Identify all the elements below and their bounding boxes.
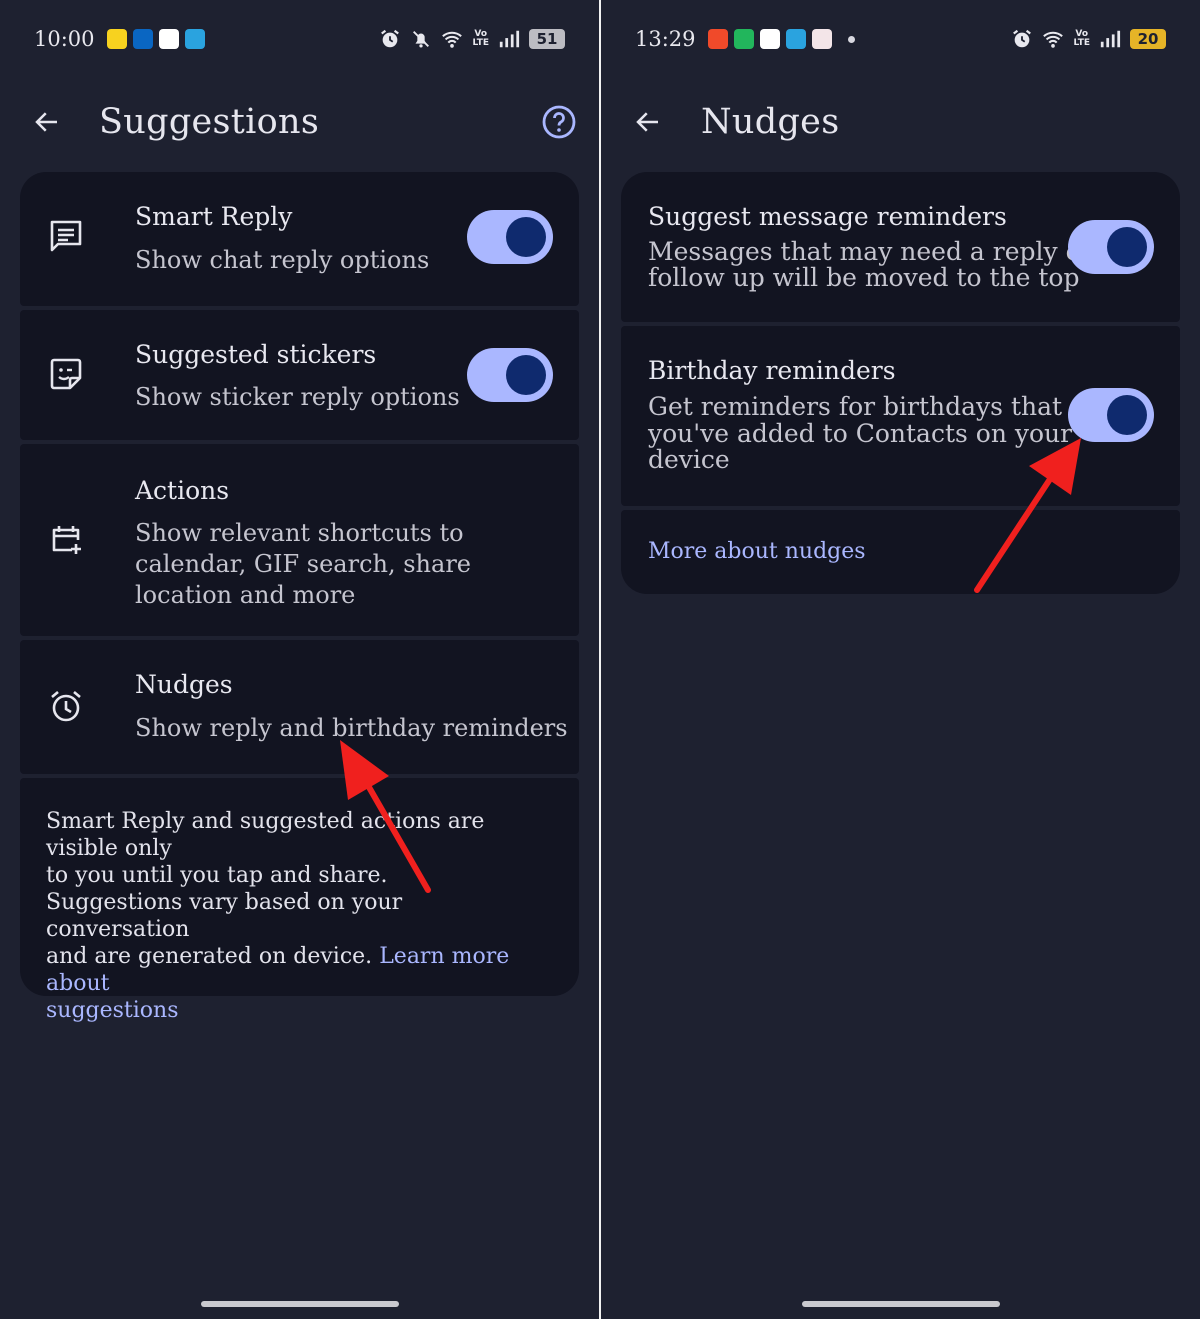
alarm-icon bbox=[381, 29, 400, 48]
page-title: Nudges bbox=[701, 102, 840, 142]
row-subtitle: Show chat reply options bbox=[135, 246, 430, 274]
row-subtitle: Show relevant shortcuts to calendar, GIF… bbox=[135, 519, 471, 609]
page-title: Suggestions bbox=[99, 102, 320, 142]
more-about-nudges-row[interactable]: More about nudges bbox=[621, 510, 1180, 594]
row-subtitle: Get reminders for birthdays that you've … bbox=[648, 392, 1073, 474]
message-reminders-toggle[interactable] bbox=[1068, 220, 1154, 274]
battery-indicator: 20 bbox=[1130, 29, 1166, 49]
row-title: Actions bbox=[135, 476, 230, 505]
chat-icon bbox=[50, 220, 82, 252]
myntra-app-icon bbox=[158, 29, 179, 49]
row-subtitle: Show reply and birthday reminders bbox=[135, 714, 568, 742]
birthday-reminders-toggle[interactable] bbox=[1068, 388, 1154, 442]
sticker-icon bbox=[50, 358, 82, 390]
row-title: Suggested stickers bbox=[135, 340, 377, 369]
telegram-app-icon bbox=[184, 29, 205, 49]
suggested-stickers-toggle[interactable] bbox=[467, 348, 553, 402]
suggestions-info: Smart Reply and suggested actions are vi… bbox=[20, 778, 579, 1023]
nudges-screen: 13:29 Vo LTE 20 Nudges Suggest message re… bbox=[601, 0, 1200, 1319]
nudges-row[interactable]: Nudges Show reply and birthday reminders bbox=[20, 640, 579, 774]
signal-icon bbox=[499, 30, 520, 48]
info-text-2: Suggestions vary based on your conversat… bbox=[46, 889, 539, 1024]
notifications-off-icon bbox=[413, 31, 430, 48]
signal-icon bbox=[1100, 30, 1121, 48]
home-indicator[interactable] bbox=[801, 1301, 1000, 1307]
back-arrow-icon[interactable] bbox=[633, 107, 663, 137]
home-indicator[interactable] bbox=[200, 1301, 399, 1307]
volte-indicator: Vo LTE bbox=[1073, 29, 1090, 48]
message-reminders-row[interactable]: Suggest message reminders Messages that … bbox=[621, 172, 1180, 322]
app-bar: Suggestions bbox=[0, 92, 599, 152]
alarm-clock-icon bbox=[51, 691, 81, 722]
smart-reply-row[interactable]: Smart Reply Show chat reply options bbox=[20, 172, 579, 306]
flipkart-app-icon bbox=[106, 29, 127, 49]
wifi-icon bbox=[1043, 31, 1064, 48]
more-about-nudges-link[interactable]: More about nudges bbox=[648, 539, 866, 564]
help-icon[interactable] bbox=[541, 104, 577, 140]
row-title: Birthday reminders bbox=[648, 356, 896, 385]
row-title: Nudges bbox=[135, 670, 233, 699]
wifi-icon bbox=[442, 31, 463, 48]
status-time: 13:29 bbox=[635, 27, 696, 51]
row-title: Smart Reply bbox=[135, 202, 293, 231]
row-subtitle: Show sticker reply options bbox=[135, 383, 460, 411]
status-bar: 10:00 Vo LTE 51 bbox=[34, 22, 565, 56]
telegram-app-icon bbox=[785, 29, 806, 49]
app-icon bbox=[811, 29, 832, 49]
battery-indicator: 51 bbox=[529, 29, 565, 49]
info-text-1: Smart Reply and suggested actions are vi… bbox=[46, 809, 485, 888]
myntra-app-icon bbox=[759, 29, 780, 49]
more-notifications-dot bbox=[847, 35, 855, 43]
app-bar: Nudges bbox=[601, 92, 1200, 152]
learn-more-link-cont[interactable]: suggestions bbox=[46, 997, 539, 1024]
row-title: Suggest message reminders bbox=[648, 202, 1007, 231]
status-time: 10:00 bbox=[34, 27, 95, 51]
row-subtitle: Messages that may need a reply or follow… bbox=[648, 237, 1093, 292]
smart-reply-toggle[interactable] bbox=[467, 210, 553, 264]
back-arrow-icon[interactable] bbox=[32, 107, 62, 137]
linkedin-app-icon bbox=[132, 29, 153, 49]
volte-indicator: Vo LTE bbox=[472, 29, 489, 48]
suggestions-screen: 10:00 Vo LTE 51 Suggestions Smart Reply S bbox=[0, 0, 599, 1319]
toggle-knob bbox=[506, 217, 546, 257]
birthday-reminders-row[interactable]: Birthday reminders Get reminders for bir… bbox=[621, 326, 1180, 506]
status-bar: 13:29 Vo LTE 20 bbox=[635, 22, 1166, 56]
toggle-knob bbox=[506, 355, 546, 395]
actions-row[interactable]: Actions Show relevant shortcuts to calen… bbox=[20, 444, 579, 636]
alarm-icon bbox=[1013, 29, 1032, 48]
toggle-knob bbox=[1107, 395, 1147, 435]
todoist-app-icon bbox=[707, 29, 728, 49]
calendar-add-icon bbox=[52, 526, 81, 554]
battery-app-icon bbox=[733, 29, 754, 49]
suggested-stickers-row[interactable]: Suggested stickers Show sticker reply op… bbox=[20, 310, 579, 440]
toggle-knob bbox=[1107, 227, 1147, 267]
